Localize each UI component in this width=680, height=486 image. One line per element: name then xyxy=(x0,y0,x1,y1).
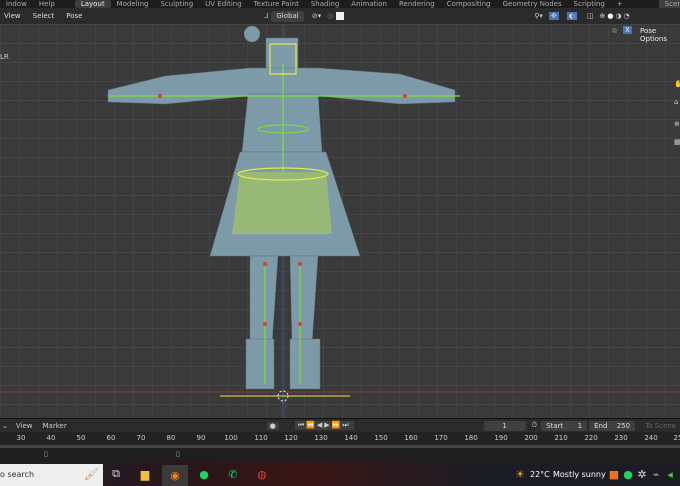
timeline-header: ⌄ View Marker ● ⏮⏪◀▶⏩⏭ 1 ⏱ Start 1 End 250… xyxy=(0,418,680,432)
shading-solid-icon[interactable]: ● xyxy=(607,12,613,20)
current-frame-field[interactable]: 1 xyxy=(483,420,526,431)
weather-icon: ☀ xyxy=(515,467,525,481)
tick: 70 xyxy=(136,434,146,442)
orientation-dropdown[interactable]: Global xyxy=(271,10,304,22)
weather-text[interactable]: Mostly sunny xyxy=(553,470,606,479)
tick: 50 xyxy=(76,434,86,442)
weather-temperature[interactable]: 22°C xyxy=(530,470,550,479)
tick: 200 xyxy=(524,434,538,442)
tick: 190 xyxy=(494,434,508,442)
3d-viewport[interactable]: LR ⧉ X Pose Options ✋ ⌂ ⊕ ▦ xyxy=(0,24,680,418)
tab-uv-editing[interactable]: UV Editing xyxy=(199,0,248,8)
pivot-icon[interactable]: ⊘▾ xyxy=(312,12,321,20)
viewport-header: View Select Pose ⅃ Global ⊘▾ ◎ ⚲▾ ✥ ◐ ◫ … xyxy=(0,8,680,24)
xray-icon[interactable]: ◫ xyxy=(587,12,594,20)
tick: 240 xyxy=(644,434,658,442)
timeline-ruler[interactable]: 30 40 50 60 70 80 90 100 110 120 130 140… xyxy=(0,432,680,445)
shading-rendered-icon[interactable]: ◔ xyxy=(624,12,630,20)
end-label: End xyxy=(594,421,608,430)
file-explorer-icon[interactable]: ▆ xyxy=(135,465,155,483)
tab-animation[interactable]: Animation xyxy=(345,0,393,8)
tab-layout[interactable]: Layout xyxy=(74,0,111,8)
to-scene-button[interactable]: To Scene xyxy=(645,422,676,430)
tick: 80 xyxy=(166,434,176,442)
tick: 180 xyxy=(464,434,478,442)
tick: 160 xyxy=(404,434,418,442)
tab-geometry-nodes[interactable]: Geometry Nodes xyxy=(497,0,568,8)
tab-shading[interactable]: Shading xyxy=(305,0,345,8)
end-frame-field[interactable]: End 250 xyxy=(589,420,636,431)
tab-texture-paint[interactable]: Texture Paint xyxy=(248,0,305,8)
shading-wireframe-icon[interactable]: ⊕ xyxy=(599,12,605,20)
tick: 130 xyxy=(314,434,328,442)
snap-icon[interactable]: ◎ xyxy=(327,12,333,20)
gizmo-toggle-icon[interactable]: ✥ xyxy=(548,12,559,20)
playback-controls[interactable]: ⏮⏪◀▶⏩⏭ xyxy=(294,421,354,430)
tick: 220 xyxy=(584,434,598,442)
tray-spotify-icon[interactable]: ● xyxy=(622,465,634,483)
start-frame-field[interactable]: Start 1 xyxy=(541,420,588,431)
tab-compositing[interactable]: Compositing xyxy=(441,0,497,8)
menu-pose[interactable]: Pose xyxy=(66,12,82,20)
tick: 210 xyxy=(554,434,568,442)
top-bar: indow Help Layout Modeling Sculpting UV … xyxy=(0,0,680,8)
start-value: 1 xyxy=(577,421,583,430)
add-workspace-button[interactable]: + xyxy=(611,0,629,8)
menu-select[interactable]: Select xyxy=(33,12,55,20)
tick: 150 xyxy=(374,434,388,442)
timeline-body[interactable]: ▯ ▯ xyxy=(0,445,680,462)
menu-help[interactable]: Help xyxy=(33,0,61,8)
tick: 100 xyxy=(224,434,238,442)
transform-orientation-icon: ⅃ xyxy=(264,12,269,20)
task-view-icon[interactable]: ⧉ xyxy=(106,465,126,483)
chrome-icon[interactable]: ◍ xyxy=(252,465,272,483)
editor-type-icon[interactable]: ⌄ xyxy=(2,422,8,430)
end-value: 250 xyxy=(616,421,631,430)
tab-scripting[interactable]: Scripting xyxy=(568,0,611,8)
search-box[interactable]: o search 🖌 xyxy=(0,464,103,486)
search-highlight-icon: 🖌 xyxy=(83,467,99,481)
tick: 60 xyxy=(106,434,116,442)
tick: 40 xyxy=(46,434,56,442)
tray-settings-icon[interactable]: ✲ xyxy=(636,465,648,483)
menu-view[interactable]: View xyxy=(4,12,21,20)
tray-nvidia-icon[interactable]: ◂ xyxy=(664,465,676,483)
shading-material-icon[interactable]: ◑ xyxy=(615,12,621,20)
blender-icon[interactable]: ◉ xyxy=(162,465,188,486)
tab-modeling[interactable]: Modeling xyxy=(111,0,155,8)
mouse-icon: ▯ xyxy=(176,450,180,458)
mouse-icon: ▯ xyxy=(44,450,48,458)
tick: 230 xyxy=(614,434,628,442)
tick: 110 xyxy=(254,434,268,442)
windows-taskbar: o search 🖌 ⧉ ▆ ◉ ● ✆ ◍ ☀ 22°C Mostly sun… xyxy=(0,462,680,486)
scene-selector[interactable]: Scene xyxy=(658,0,680,8)
armature-character[interactable] xyxy=(0,24,680,418)
visibility-icon[interactable]: ⚲▾ xyxy=(534,12,543,20)
spotify-icon[interactable]: ● xyxy=(194,465,214,483)
search-placeholder: o search xyxy=(0,470,35,479)
menu-window[interactable]: indow xyxy=(0,0,33,8)
start-label: Start xyxy=(546,421,564,430)
tray-app-icon[interactable]: ■ xyxy=(608,465,620,483)
tick: 120 xyxy=(284,434,298,442)
tick: 90 xyxy=(196,434,206,442)
tick: 140 xyxy=(344,434,358,442)
timeline-menu-marker[interactable]: Marker xyxy=(43,422,67,430)
stopwatch-icon[interactable]: ⏱ xyxy=(532,421,537,430)
timeline-menu-view[interactable]: View xyxy=(16,422,33,430)
whatsapp-icon[interactable]: ✆ xyxy=(223,465,243,483)
tab-sculpting[interactable]: Sculpting xyxy=(154,0,199,8)
tick: 30 xyxy=(16,434,26,442)
overlay-toggle-icon[interactable]: ◐ xyxy=(566,12,577,20)
tick: 25 xyxy=(673,434,680,442)
tab-rendering[interactable]: Rendering xyxy=(393,0,441,8)
record-button[interactable]: ● xyxy=(266,421,279,430)
tick: 170 xyxy=(434,434,448,442)
tray-network-icon[interactable]: ⌁ xyxy=(650,465,662,483)
proportional-edit-icon[interactable] xyxy=(336,12,345,20)
